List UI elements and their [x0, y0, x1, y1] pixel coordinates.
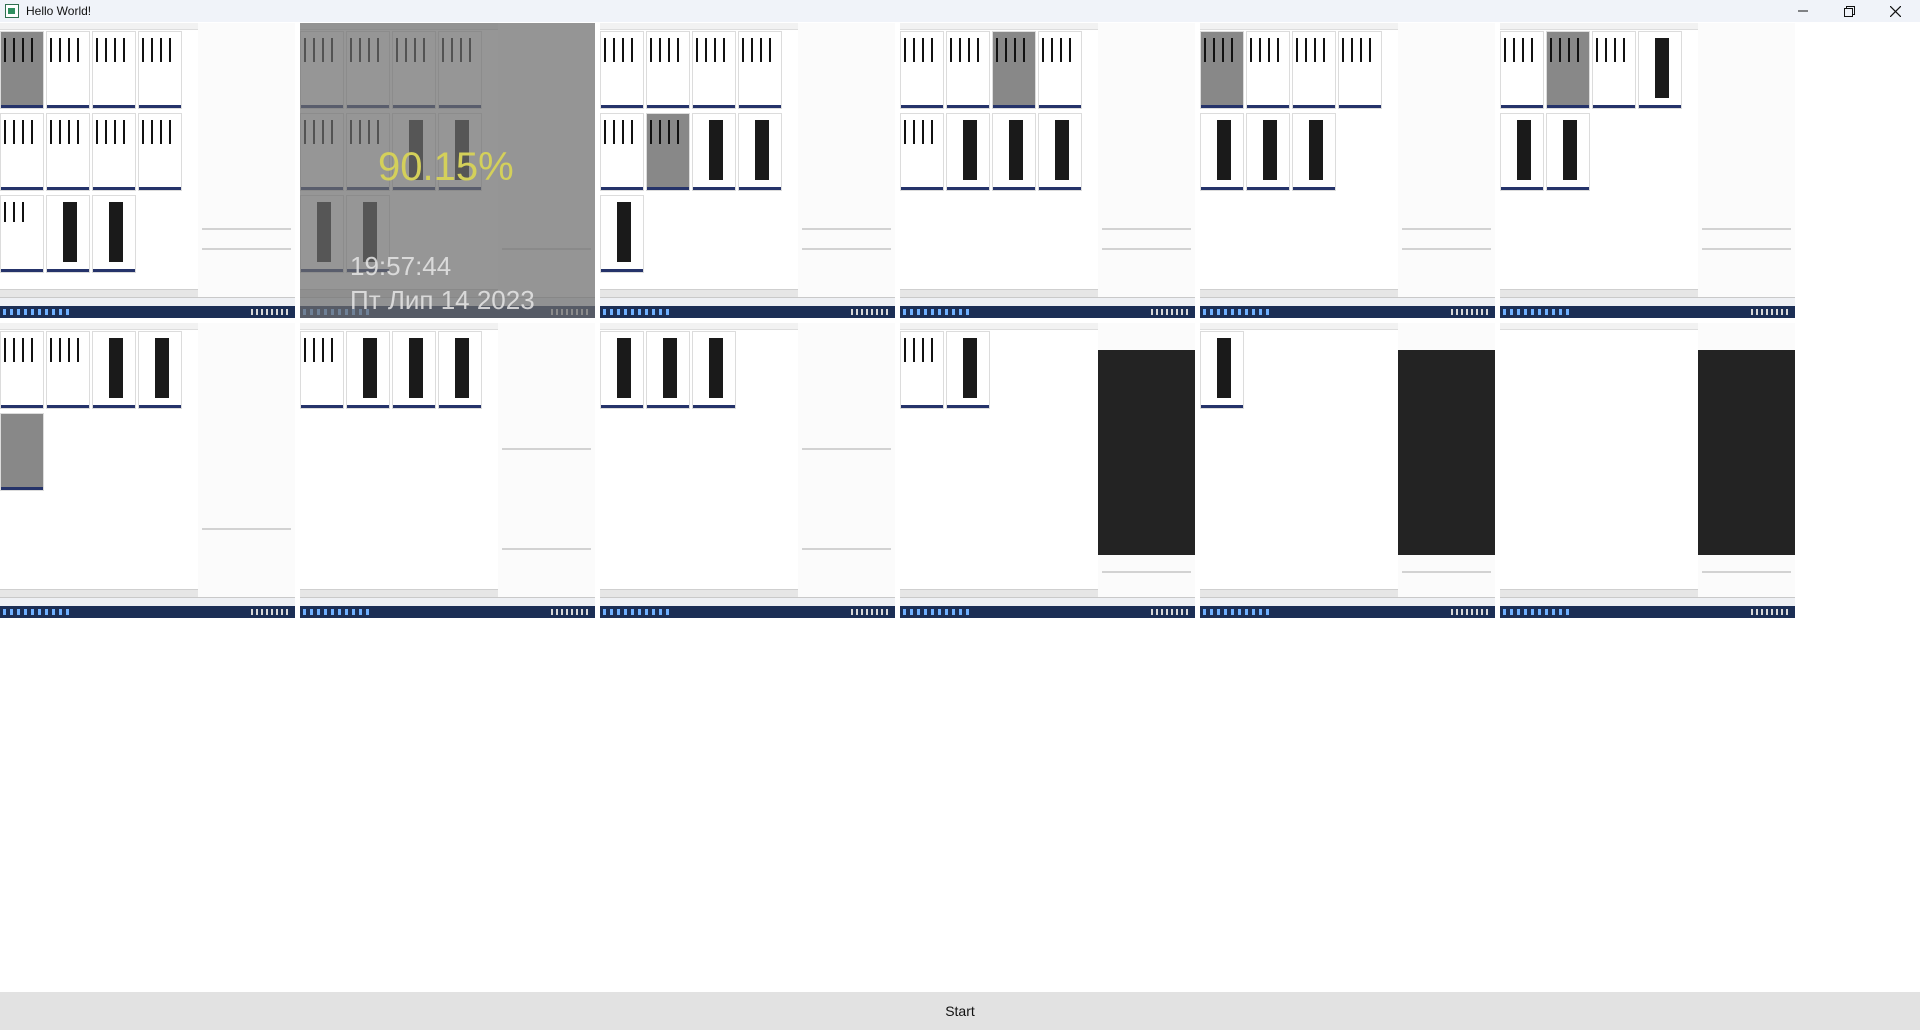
screenshot-thumbnail[interactable] [0, 323, 295, 618]
thumbnail-taskbar [0, 306, 295, 318]
screenshot-thumbnail[interactable] [0, 23, 295, 318]
app-icon [5, 4, 19, 18]
start-button-label: Start [945, 1003, 975, 1019]
screenshot-thumbnail[interactable] [600, 323, 895, 618]
capture-time: 19:57:44 [350, 251, 452, 281]
screenshot-thumbnail[interactable] [600, 23, 895, 318]
screenshot-thumbnail[interactable] [900, 23, 1195, 318]
capture-date: Пт Лип 14 2023 [350, 285, 535, 315]
progress-percent: 90.15% [378, 145, 514, 189]
screenshot-thumbnail[interactable] [1500, 323, 1795, 618]
screenshot-thumbnail[interactable] [900, 323, 1195, 618]
close-icon [1889, 5, 1901, 17]
thumbnail-window [0, 23, 199, 298]
title-bar: Hello World! [0, 0, 1920, 22]
screenshot-thumbnail[interactable] [1200, 323, 1495, 618]
minimize-button[interactable] [1780, 0, 1826, 22]
screenshot-thumbnail-featured[interactable]: 90.15% 19:57:44 Пт Лип 14 2023 [300, 23, 595, 318]
screenshot-thumbnail[interactable] [1500, 23, 1795, 318]
close-button[interactable] [1872, 0, 1918, 22]
minimize-icon [1798, 10, 1808, 12]
window-title: Hello World! [26, 4, 92, 18]
restore-icon [1843, 5, 1855, 17]
restore-button[interactable] [1826, 0, 1872, 22]
start-button[interactable]: Start [0, 992, 1920, 1030]
screenshot-thumbnail[interactable] [300, 323, 595, 618]
screenshot-thumbnail[interactable] [1200, 23, 1495, 318]
